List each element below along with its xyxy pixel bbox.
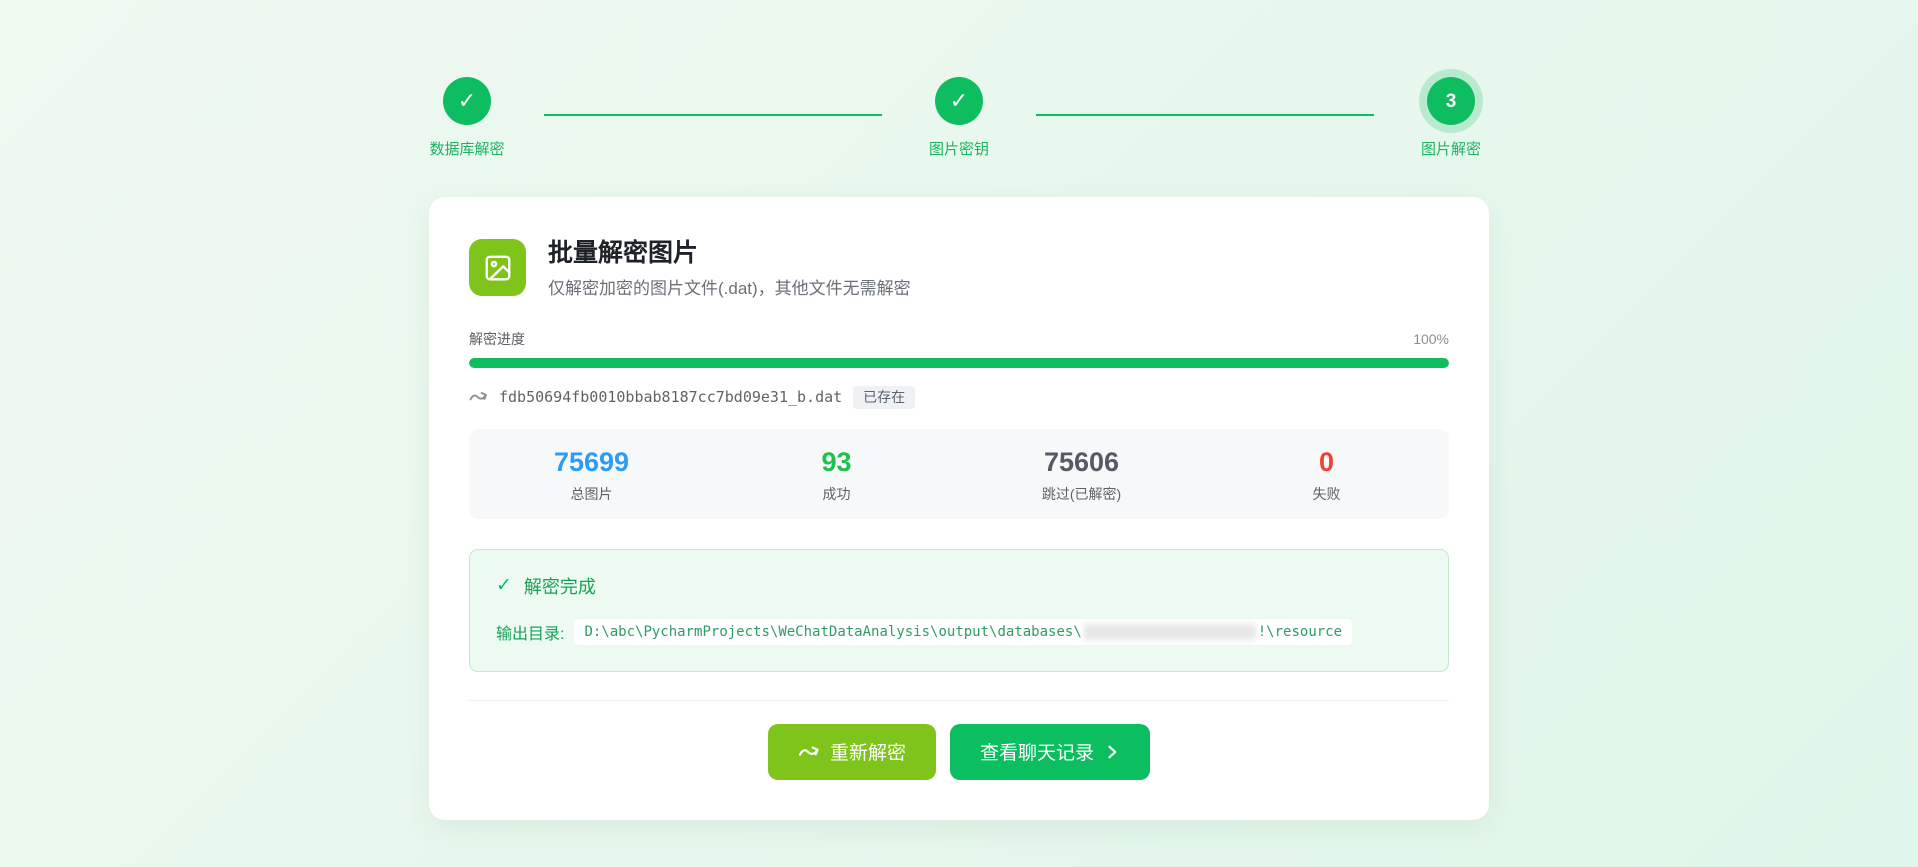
redecrypt-button-label: 重新解密: [830, 738, 906, 765]
stat-value: 75606: [959, 446, 1204, 478]
stat-success: 93 成功: [714, 446, 959, 503]
step-label: 图片密钥: [929, 138, 989, 159]
progress-label: 解密进度: [469, 329, 525, 349]
check-icon: ✓: [496, 576, 512, 595]
view-chat-records-button[interactable]: 查看聊天记录: [950, 724, 1150, 780]
current-file-name: fdb50694fb0010bbab8187cc7bd09e31_b.dat: [499, 388, 842, 406]
chevron-right-icon: [1104, 744, 1120, 760]
step-number-indicator: 3: [1427, 77, 1475, 125]
progress-bar: [469, 358, 1449, 368]
output-path-prefix: D:\abc\PycharmProjects\WeChatDataAnalysi…: [584, 624, 1081, 640]
file-exists-badge: 已存在: [853, 386, 915, 409]
step-label: 图片解密: [1421, 138, 1481, 159]
progress-fill: [469, 358, 1449, 368]
stat-label: 总图片: [469, 484, 714, 504]
squiggle-arrow-icon: [798, 743, 820, 761]
stat-label: 失败: [1204, 484, 1449, 504]
card-header-text: 批量解密图片 仅解密加密的图片文件(.dat)，其他文件无需解密: [548, 239, 911, 299]
action-buttons: 重新解密 查看聊天记录: [469, 724, 1449, 780]
stepper-connector: [1036, 114, 1374, 116]
stat-label: 跳过(已解密): [959, 484, 1204, 504]
output-dir-label: 输出目录:: [496, 620, 564, 644]
stat-total-images: 75699 总图片: [469, 446, 714, 503]
step-label: 数据库解密: [429, 138, 504, 159]
stat-skipped: 75606 跳过(已解密): [959, 446, 1204, 503]
wizard-stepper: ✓ 数据库解密 ✓ 图片密钥 3 图片解密: [419, 0, 1499, 159]
redacted-segment: [1084, 624, 1256, 640]
squiggle-arrow-icon: [469, 389, 488, 405]
batch-decrypt-card: 批量解密图片 仅解密加密的图片文件(.dat)，其他文件无需解密 解密进度 10…: [429, 197, 1489, 820]
current-file-row: fdb50694fb0010bbab8187cc7bd09e31_b.dat 已…: [469, 386, 1449, 409]
page-subtitle: 仅解密加密的图片文件(.dat)，其他文件无需解密: [548, 274, 911, 299]
stat-failed: 0 失败: [1204, 446, 1449, 503]
stat-value: 75699: [469, 446, 714, 478]
stat-value: 93: [714, 446, 959, 478]
card-header: 批量解密图片 仅解密加密的图片文件(.dat)，其他文件无需解密: [469, 239, 1449, 299]
stepper-step-database-decrypt: ✓ 数据库解密: [419, 77, 515, 159]
stepper-connector: [544, 114, 882, 116]
decrypt-complete-text: 解密完成: [524, 573, 596, 599]
stat-label: 成功: [714, 484, 959, 504]
view-chat-button-label: 查看聊天记录: [980, 738, 1094, 765]
step-done-check-icon: ✓: [443, 77, 491, 125]
decrypt-complete-panel: ✓ 解密完成 输出目录: D:\abc\PycharmProjects\WeCh…: [469, 549, 1449, 672]
page-title: 批量解密图片: [548, 239, 911, 268]
progress-section: 解密进度 100%: [469, 329, 1449, 368]
stats-panel: 75699 总图片 93 成功 75606 跳过(已解密) 0 失败: [469, 429, 1449, 518]
image-icon: [469, 239, 526, 296]
output-dir-path: D:\abc\PycharmProjects\WeChatDataAnalysi…: [574, 619, 1352, 645]
stepper-step-image-key: ✓ 图片密钥: [911, 77, 1007, 159]
stat-value: 0: [1204, 446, 1449, 478]
step-done-check-icon: ✓: [935, 77, 983, 125]
stepper-step-image-decrypt: 3 图片解密: [1403, 77, 1499, 159]
output-path-suffix: !\resource: [1258, 624, 1342, 640]
progress-percent: 100%: [1413, 331, 1449, 347]
redecrypt-button[interactable]: 重新解密: [768, 724, 936, 780]
footer-divider: [469, 700, 1449, 701]
